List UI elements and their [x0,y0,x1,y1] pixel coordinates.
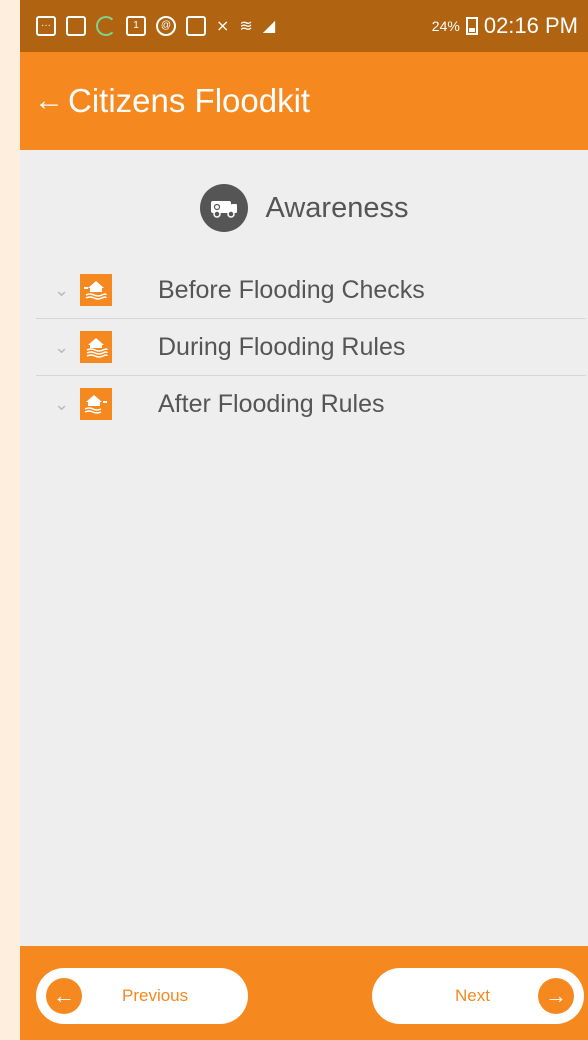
flood-rules-list: ⌄ Before Flooding Checks ⌄ During Floodi… [36,262,586,432]
phone-screen: ··· 1 @ ⨯ ≋ ◢ 24% 02:16 PM ← Citizens Fl… [20,0,588,1040]
battery-percent: 24% [431,18,460,34]
app-bar: ← Citizens Floodkit [20,52,588,150]
chevron-down-icon: ⌄ [54,279,70,300]
sync-icon [96,16,116,36]
arrow-right-icon: → [538,978,574,1014]
next-button[interactable]: Next → [372,968,584,1024]
section-header: Awareness [20,180,588,236]
list-item-after-flooding[interactable]: ⌄ After Flooding Rules [36,376,586,432]
chevron-down-icon: ⌄ [54,393,70,414]
previous-button[interactable]: ← Previous [36,968,248,1024]
app-title: Citizens Floodkit [68,82,311,119]
list-item-label: After Flooding Rules [158,389,385,418]
signal-icon: ◢ [262,18,276,35]
next-label: Next [455,986,490,1005]
app-icon: @ [156,16,176,36]
list-item-during-flooding[interactable]: ⌄ During Flooding Rules [36,319,586,376]
section-title: Awareness [265,191,409,224]
arrow-left-icon: ← [46,978,82,1014]
status-right: 24% 02:16 PM [432,13,578,39]
calendar-icon: 1 [126,16,146,36]
list-item-label: During Flooding Rules [158,332,406,361]
image-icon [66,16,86,36]
truck-icon [199,184,248,232]
list-item-label: Before Flooding Checks [158,275,425,304]
chevron-down-icon: ⌄ [54,336,70,357]
house-flood-before-icon [80,274,112,306]
wifi-icon: ≋ [239,18,253,35]
list-item-before-flooding[interactable]: ⌄ Before Flooding Checks [36,262,586,319]
house-flood-after-icon [80,388,112,420]
clock: 02:16 PM [483,13,578,38]
footer-nav: ← Previous Next → [20,946,588,1040]
back-arrow-icon[interactable]: ← [34,84,68,118]
photo-icon [186,16,206,36]
battery-icon [465,17,478,35]
message-icon: ··· [36,16,56,36]
mute-icon: ⨯ [216,18,230,35]
house-flood-during-icon [80,331,112,363]
previous-label: Previous [122,986,189,1005]
status-icons: ··· 1 @ ⨯ ≋ ◢ [36,16,275,36]
status-bar: ··· 1 @ ⨯ ≋ ◢ 24% 02:16 PM [20,0,588,52]
